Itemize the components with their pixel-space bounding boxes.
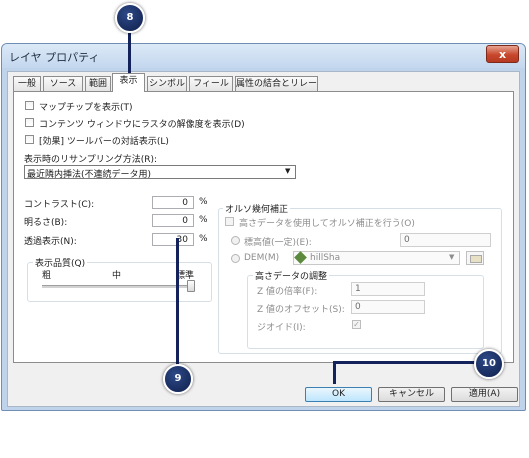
z-factor-label: Z 値の倍率(F): [257, 287, 318, 297]
z-offset-label: Z 値のオフセット(S): [257, 305, 345, 315]
constant-elevation-radio[interactable] [231, 236, 240, 245]
effects-toolbar-label: [効果] ツールバーの対話表示(L) [39, 137, 169, 147]
quality-slider-thumb[interactable] [187, 280, 195, 292]
resampling-value: 最近隣内挿法(不連続データ用) [27, 170, 152, 180]
callout-10-leader-h [333, 361, 478, 364]
effects-toolbar-checkbox[interactable] [25, 135, 34, 144]
brightness-unit: % [199, 215, 208, 225]
map-tips-checkbox[interactable] [25, 101, 34, 110]
tab-source[interactable]: ソース [43, 76, 83, 91]
resampling-dropdown[interactable]: 最近隣内挿法(不連続データ用) ▼ [24, 165, 296, 180]
callout-8-leader [128, 27, 131, 73]
z-factor-input[interactable]: 1 [351, 282, 425, 296]
orthorectification-group: オルソ幾何補正 高さデータを使用してオルソ補正を行う(O) 標高値(一定)(E)… [218, 202, 502, 354]
elevation-adjust-title: 高さデータの調整 [253, 269, 330, 282]
ortho-title: オルソ幾何補正 [223, 202, 291, 215]
transparency-input[interactable]: 30 [152, 233, 194, 246]
resampling-label: 表示時のリサンプリング方法(R): [24, 155, 158, 165]
contrast-unit: % [199, 197, 208, 207]
tab-general[interactable]: 一般 [13, 76, 41, 91]
window-title: レイヤ プロパティ [9, 51, 100, 64]
cancel-button[interactable]: キャンセル [378, 387, 445, 402]
contrast-input[interactable]: 0 [152, 196, 194, 209]
toc-resolution-label: コンテンツ ウィンドウにラスタの解像度を表示(D) [39, 120, 245, 130]
transparency-label: 透過表示(N): [24, 237, 77, 247]
quality-slider-track[interactable] [42, 285, 192, 288]
transparency-unit: % [199, 234, 208, 244]
geoid-label: ジオイド(I): [257, 323, 306, 333]
callout-8-badge: 8 [115, 3, 145, 33]
dialog-window: レイヤ プロパティ x 一般 ソース 範囲 表示 シンボル フィールド 属性の結… [1, 43, 526, 411]
constant-elevation-label: 標高値(一定)(E): [244, 238, 312, 248]
use-elevation-checkbox[interactable] [225, 217, 234, 226]
callout-9-leader [176, 238, 179, 368]
brightness-input[interactable]: 0 [152, 214, 194, 227]
map-tips-label: マップチップを表示(T) [39, 103, 133, 113]
callout-10-badge: 10 [474, 349, 504, 379]
toc-resolution-checkbox[interactable] [25, 118, 34, 127]
display-tab-panel: マップチップを表示(T) コンテンツ ウィンドウにラスタの解像度を表示(D) [… [13, 91, 514, 363]
contrast-label: コントラスト(C): [24, 200, 95, 210]
ok-button[interactable]: OK [305, 387, 372, 402]
z-offset-input[interactable]: 0 [351, 300, 425, 314]
apply-button[interactable]: 適用(A) [451, 387, 518, 402]
raster-layer-icon [294, 251, 307, 264]
quality-tick-coarse: 粗 [42, 271, 52, 281]
browse-folder-button[interactable] [466, 251, 484, 265]
dem-radio[interactable] [231, 254, 240, 263]
tab-joins-relates[interactable]: 属性の結合とリレート [235, 76, 318, 103]
close-icon: x [498, 48, 507, 61]
use-elevation-label: 高さデータを使用してオルソ補正を行う(O) [239, 219, 415, 229]
tab-display[interactable]: 表示 [112, 73, 145, 92]
display-quality-group: 表示品質(Q) 粗 中 標準 [27, 256, 212, 302]
dem-label: DEM(M) [244, 253, 280, 263]
chevron-down-icon: ▼ [285, 167, 291, 175]
geoid-checkbox[interactable]: ✓ [352, 320, 361, 329]
folder-icon [470, 255, 482, 263]
dem-value: hillSha [310, 253, 341, 263]
close-button[interactable]: x [486, 45, 519, 63]
tab-extent[interactable]: 範囲 [85, 76, 111, 91]
dem-dropdown[interactable]: hillSha ▼ [293, 251, 460, 265]
quality-tick-medium: 中 [112, 271, 122, 281]
callout-9-badge: 9 [163, 364, 193, 394]
tab-fields[interactable]: フィールド [189, 76, 233, 103]
brightness-label: 明るさ(B): [24, 218, 68, 228]
callout-10-leader-v [333, 361, 336, 384]
elevation-adjust-group: 高さデータの調整 Z 値の倍率(F): 1 Z 値のオフセット(S): 0 ジオ… [247, 269, 484, 349]
dialog-client-area: 一般 ソース 範囲 表示 シンボル フィールド 属性の結合とリレート マップチッ… [7, 71, 520, 407]
constant-elevation-input[interactable]: 0 [400, 233, 491, 247]
title-bar[interactable]: レイヤ プロパティ x [2, 44, 525, 68]
chevron-down-icon: ▼ [449, 253, 455, 261]
tab-symbology[interactable]: シンボル [147, 76, 187, 91]
